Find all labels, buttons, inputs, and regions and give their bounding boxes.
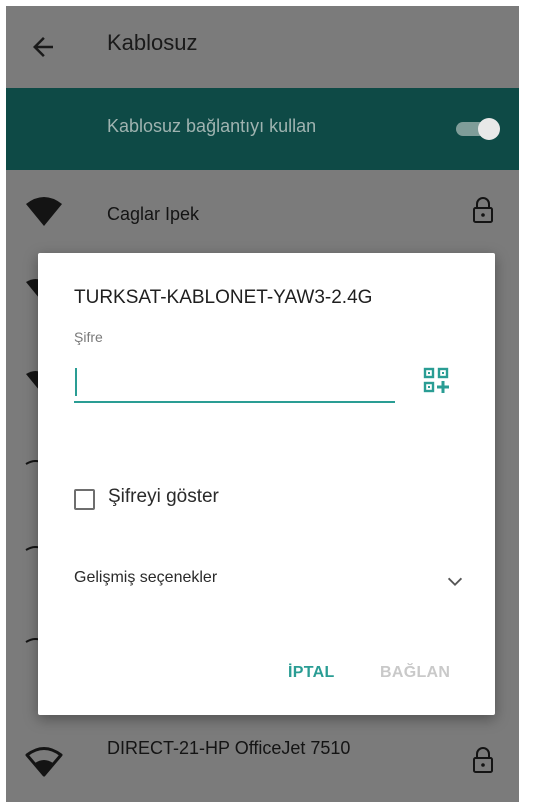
show-password-option[interactable]: Şifreyi göster — [74, 485, 324, 513]
lock-icon — [473, 747, 493, 773]
wifi-toggle[interactable] — [456, 118, 504, 140]
text-caret — [75, 368, 77, 396]
chevron-down-icon[interactable] — [444, 571, 466, 593]
cancel-button[interactable]: İPTAL — [288, 653, 335, 693]
wifi-signal-full-icon — [26, 197, 62, 226]
lock-icon — [473, 197, 493, 223]
password-input[interactable] — [74, 363, 395, 403]
app-bar: Kablosuz — [6, 6, 519, 88]
network-name: Caglar Ipek — [107, 204, 200, 224]
password-label: Şifre — [74, 329, 103, 345]
wifi-signal-outline-icon — [25, 747, 63, 777]
wifi-settings-screen: Kablosuz Kablosuz bağlantıyı kullan Cagl… — [6, 6, 519, 802]
connect-button[interactable]: BAĞLAN — [380, 653, 450, 693]
wifi-password-dialog: TURKSAT-KABLONET-YAW3-2.4G Şifre Şifreyi… — [38, 253, 495, 715]
network-list-item[interactable]: Caglar Ipek — [6, 176, 519, 246]
advanced-options-label: Gelişmiş seçenekler — [74, 569, 218, 586]
network-list-item[interactable]: DIRECT-21-HP OfficeJet 7510 — [6, 724, 519, 794]
toggle-thumb — [478, 118, 500, 140]
show-password-label: Şifreyi göster — [108, 486, 219, 507]
advanced-options-row[interactable]: Gelişmiş seçenekler — [74, 561, 469, 601]
page-title: Kablosuz — [107, 30, 198, 55]
wifi-master-switch-label: Kablosuz bağlantıyı kullan — [107, 116, 317, 136]
qr-code-add-icon[interactable] — [422, 366, 452, 396]
wifi-master-switch-row[interactable]: Kablosuz bağlantıyı kullan — [6, 88, 519, 170]
arrow-back-icon[interactable] — [28, 32, 58, 62]
dialog-title: TURKSAT-KABLONET-YAW3-2.4G — [74, 287, 373, 308]
show-password-checkbox[interactable] — [74, 489, 95, 510]
network-name: DIRECT-21-HP OfficeJet 7510 — [107, 738, 351, 758]
